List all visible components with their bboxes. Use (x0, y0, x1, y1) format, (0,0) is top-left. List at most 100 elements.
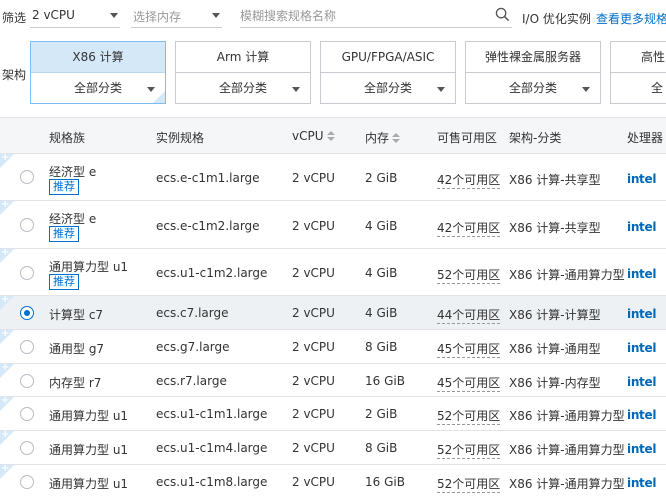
vcpu-select[interactable]: 2 vCPU (30, 4, 120, 28)
table-row[interactable]: + 经济型 e 推荐 ecs.e-c1m1.large 2 vCPU 2 GiB… (0, 152, 666, 201)
intel-logo: intel (627, 267, 657, 281)
table-row[interactable]: + 通用算力型 u1 推荐 ecs.u1-c1m2.large 2 vCPU 4… (0, 247, 666, 296)
cell-arch: X86 计算-内存型 (509, 376, 601, 390)
table-row[interactable]: + 通用算力型 u1 ecs.u1-c1m4.large 2 vCPU 8 Gi… (0, 429, 666, 465)
arch-card-hpc[interactable]: 高性 全 (610, 41, 666, 104)
table-row[interactable]: + 通用算力型 u1 ecs.u1-c1m1.large 2 vCPU 2 Gi… (0, 395, 666, 431)
filter-bar: 筛选 2 vCPU 选择内存 I/O 优化实例 查看更多规格 (0, 0, 666, 34)
io-optimized-option[interactable]: I/O 优化实例 (522, 10, 591, 27)
header-vcpu[interactable]: vCPU (292, 129, 335, 143)
cell-memory: 4 GiB (365, 306, 398, 320)
arch-card-category[interactable]: 全部分类 (466, 73, 600, 103)
intel-logo: intel (627, 476, 657, 490)
arch-card-title: GPU/FPGA/ASIC (321, 42, 455, 73)
search-icon[interactable] (495, 7, 510, 22)
header-arch: 架构-分类 (509, 131, 562, 145)
cell-zones[interactable]: 52个可用区 (437, 475, 501, 493)
cell-arch: X86 计算-共享型 (509, 173, 601, 187)
chevron-down-icon (582, 87, 590, 92)
arch-card-category[interactable]: 全部分类 (31, 73, 165, 103)
cell-zones[interactable]: 45个可用区 (437, 374, 501, 392)
chevron-down-icon (437, 87, 445, 92)
cell-spec: ecs.g7.large (156, 340, 230, 354)
table-header: 规格族 实例规格 vCPU 内存 可售可用区 架构-分类 处理器 (0, 118, 666, 154)
cell-zones[interactable]: 42个可用区 (437, 219, 501, 237)
header-memory-label: 内存 (365, 131, 390, 145)
cell-zones[interactable]: 44个可用区 (437, 306, 501, 324)
cell-arch: X86 计算-通用算力型 (509, 477, 625, 491)
table-row[interactable]: + 通用算力型 u1 ecs.u1-c1m8.large 2 vCPU 16 G… (0, 463, 666, 500)
table-row[interactable]: + 经济型 e 推荐 ecs.e-c1m2.large 2 vCPU 4 GiB… (0, 199, 666, 249)
intel-logo: intel (627, 307, 657, 321)
recommend-badge: 推荐 (49, 226, 79, 242)
cell-zones[interactable]: 52个可用区 (437, 266, 501, 284)
header-memory[interactable]: 内存 (365, 129, 401, 146)
arch-card-category[interactable]: 全部分类 (321, 73, 455, 103)
spec-table: 规格族 实例规格 vCPU 内存 可售可用区 架构-分类 处理器 + 经济型 e… (0, 117, 666, 500)
arch-card-bare-metal[interactable]: 弹性裸金属服务器 全部分类 (465, 41, 601, 104)
cell-vcpu: 2 vCPU (292, 219, 335, 233)
plus-icon: + (1, 463, 10, 474)
cell-vcpu: 2 vCPU (292, 306, 335, 320)
row-radio[interactable] (20, 374, 34, 388)
cell-zones[interactable]: 52个可用区 (437, 441, 501, 459)
table-row[interactable]: + 通用型 g7 ecs.g7.large 2 vCPU 8 GiB 45个可用… (0, 328, 666, 364)
cell-vcpu: 2 vCPU (292, 407, 335, 421)
row-radio[interactable] (20, 170, 34, 184)
chevron-down-icon (292, 87, 300, 92)
header-zones: 可售可用区 (437, 131, 498, 145)
arch-label: 架构 (2, 68, 27, 82)
cell-family: 通用型 g7 (49, 342, 105, 356)
cell-vcpu: 2 vCPU (292, 374, 335, 388)
row-radio[interactable] (20, 340, 34, 354)
table-row[interactable]: + 内存型 r7 ecs.r7.large 2 vCPU 16 GiB 45个可… (0, 362, 666, 397)
cell-zones[interactable]: 52个可用区 (437, 407, 501, 425)
spec-search-box (240, 4, 512, 28)
cell-spec: ecs.u1-c1m2.large (156, 266, 268, 280)
spec-search-input[interactable] (240, 7, 490, 25)
cell-spec: ecs.r7.large (156, 374, 227, 388)
memory-select-placeholder: 选择内存 (133, 10, 182, 24)
row-radio[interactable] (20, 218, 34, 232)
memory-select[interactable]: 选择内存 (131, 4, 222, 28)
cell-family: 通用算力型 u1 (49, 409, 129, 423)
intel-logo: intel (627, 172, 657, 186)
cell-vcpu: 2 vCPU (292, 475, 335, 489)
row-radio[interactable] (20, 441, 34, 455)
cell-memory: 8 GiB (365, 441, 398, 455)
header-family: 规格族 (49, 131, 86, 145)
cell-spec: ecs.u1-c1m1.large (156, 407, 268, 421)
row-radio[interactable] (20, 306, 34, 320)
vcpu-select-value: 2 vCPU (32, 8, 75, 22)
intel-logo: intel (627, 341, 657, 355)
cell-memory: 16 GiB (365, 475, 405, 489)
cell-arch: X86 计算-通用算力型 (509, 268, 625, 282)
arch-card-category[interactable]: 全 (611, 73, 666, 103)
arch-card-x86[interactable]: X86 计算 全部分类 (30, 41, 166, 104)
intel-logo: intel (627, 375, 657, 389)
cell-memory: 8 GiB (365, 340, 398, 354)
arch-card-arm[interactable]: Arm 计算 全部分类 (175, 41, 311, 104)
more-specs-link[interactable]: 查看更多规格 (596, 10, 666, 27)
sort-icon[interactable] (392, 133, 401, 143)
arch-card-category[interactable]: 全部分类 (176, 73, 310, 103)
row-radio[interactable] (20, 475, 34, 489)
sort-icon[interactable] (326, 131, 335, 141)
arch-card-gpu[interactable]: GPU/FPGA/ASIC 全部分类 (320, 41, 456, 104)
row-radio[interactable] (20, 266, 34, 280)
row-radio[interactable] (20, 407, 34, 421)
header-cpu: 处理器 (627, 131, 664, 145)
cell-vcpu: 2 vCPU (292, 171, 335, 185)
cell-memory: 4 GiB (365, 266, 398, 280)
cell-vcpu: 2 vCPU (292, 266, 335, 280)
intel-logo: intel (627, 408, 657, 422)
table-row[interactable]: + 计算型 c7 ecs.c7.large 2 vCPU 4 GiB 44个可用… (0, 294, 666, 330)
cell-zones[interactable]: 45个可用区 (437, 340, 501, 358)
cell-spec: ecs.c7.large (156, 306, 229, 320)
plus-icon: + (1, 429, 10, 440)
cell-zones[interactable]: 42个可用区 (437, 171, 501, 189)
cell-family: 内存型 r7 (49, 376, 102, 390)
cell-arch: X86 计算-通用型 (509, 342, 601, 356)
arch-card-title: 高性 (611, 42, 666, 73)
cell-family: 经济型 e (49, 212, 97, 226)
